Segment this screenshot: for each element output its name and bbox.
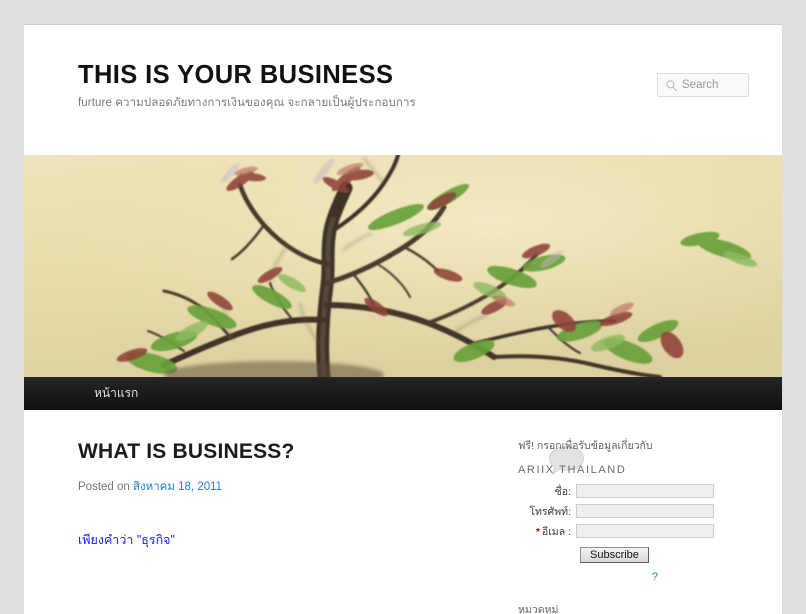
site-header: THIS IS YOUR BUSINESS furture ความปลอดภั…	[24, 25, 782, 155]
site-description: furture ความปลอดภัยทางการเงินของคุณ จะกล…	[78, 97, 416, 110]
email-field-label: * อีเมล :	[518, 523, 576, 540]
primary-navigation[interactable]: หน้าแรก	[24, 377, 782, 410]
optin-row-name: ชื่อ:	[518, 483, 714, 500]
site-shell: THIS IS YOUR BUSINESS furture ความปลอดภั…	[24, 24, 782, 614]
post-article: WHAT IS BUSINESS? Posted on สิงหาคม 18, …	[78, 440, 585, 614]
post-meta-prefix: Posted on	[78, 481, 130, 494]
bonsai-photo	[24, 155, 782, 377]
search-icon	[666, 80, 677, 92]
name-field-label-text: ชื่อ:	[554, 485, 571, 498]
subscribe-button[interactable]: Subscribe	[580, 546, 649, 563]
post-date-link[interactable]: สิงหาคม 18, 2011	[133, 481, 222, 493]
name-field[interactable]	[576, 484, 714, 499]
main-columns: WHAT IS BUSINESS? Posted on สิงหาคม 18, …	[24, 410, 782, 614]
phone-field-label: โทรศัพท์:	[518, 503, 576, 520]
email-field[interactable]	[576, 524, 714, 539]
page-root: THIS IS YOUR BUSINESS furture ความปลอดภั…	[0, 0, 806, 614]
email-field-label-text: อีเมล :	[541, 525, 571, 538]
post-paragraph-lead[interactable]: เพียงคำว่า "ธุรกิจ"	[78, 530, 514, 550]
widget-categories: หมวดหมู่ mlm attraction marketing ไม่มีห…	[514, 601, 728, 614]
required-marker: *	[535, 525, 540, 538]
post-header: WHAT IS BUSINESS? Posted on สิงหาคม 18, …	[78, 440, 585, 496]
nav-link-home[interactable]: หน้าแรก	[80, 377, 152, 410]
phone-field[interactable]	[576, 504, 714, 519]
optin-submit-row: Subscribe	[518, 545, 714, 563]
sidebar: ฟรี! กรอกเพื่อรับข้อมูลเกี่ยวกับ ARIIX T…	[514, 440, 728, 614]
nav-item-home[interactable]: หน้าแรก	[80, 377, 152, 410]
phone-field-label-text: โทรศัพท์:	[529, 505, 571, 518]
help-question-icon[interactable]: ?	[652, 571, 658, 583]
search-input[interactable]	[680, 74, 746, 96]
site-title[interactable]: THIS IS YOUR BUSINESS	[78, 61, 752, 89]
post-meta: Posted on สิงหาคม 18, 2011	[78, 478, 514, 496]
post-content: เพียงคำว่า "ธุรกิจ" เป็นเรื่องเกี่ยวกับก…	[78, 530, 514, 614]
optin-row-phone: โทรศัพท์:	[518, 503, 714, 520]
optin-brand-text: ARIIX THAILAND	[518, 463, 627, 476]
optin-help-row: ?	[518, 567, 714, 585]
nav-list: หน้าแรก	[24, 377, 782, 410]
optin-lead-text: ฟรี! กรอกเพื่อรับข้อมูลเกี่ยวกับ	[518, 440, 653, 452]
name-field-label: ชื่อ:	[518, 483, 576, 500]
main-content: WHAT IS BUSINESS? Posted on สิงหาคม 18, …	[24, 440, 585, 614]
search-box[interactable]	[657, 73, 749, 97]
post-title[interactable]: WHAT IS BUSINESS?	[78, 440, 514, 464]
widget-optin-form: ฟรี! กรอกเพื่อรับข้อมูลเกี่ยวกับ ARIIX T…	[514, 440, 728, 585]
optin-row-email: * อีเมล :	[518, 523, 714, 540]
categories-widget-title: หมวดหมู่	[518, 603, 559, 614]
header-banner-image	[24, 155, 782, 377]
search-form[interactable]	[657, 73, 749, 97]
